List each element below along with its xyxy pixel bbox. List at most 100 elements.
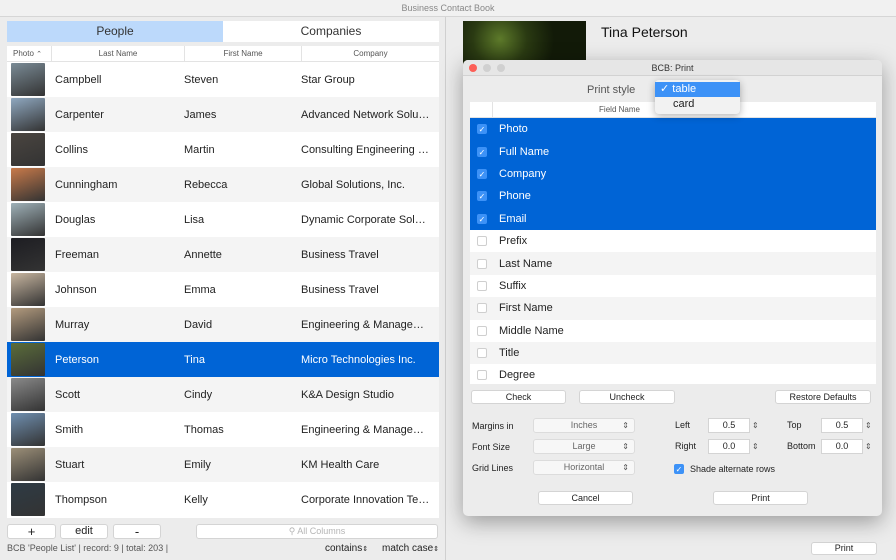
add-button[interactable]: +	[7, 524, 56, 539]
field-checkbox[interactable]	[477, 348, 487, 359]
cancel-button[interactable]: Cancel	[538, 491, 633, 505]
field-row[interactable]: First Name	[470, 297, 876, 320]
contact-thumbnail	[11, 168, 45, 201]
menu-item-table[interactable]: ✓ table	[655, 82, 740, 97]
right-margin-input[interactable]: 0.0	[708, 439, 750, 454]
field-checkbox[interactable]: ✓	[477, 146, 487, 157]
menu-item-card[interactable]: card	[655, 97, 740, 112]
field-row[interactable]: ✓ Company	[470, 162, 876, 186]
updown-icon: ⇕	[362, 546, 369, 553]
zoom-button[interactable]	[497, 64, 505, 72]
contact-thumbnail	[11, 203, 45, 236]
tab-companies[interactable]: Companies	[223, 21, 439, 42]
left-margin-input[interactable]: 0.5	[708, 418, 750, 433]
table-row[interactable]: Carpenter James Advanced Network Soluti...	[7, 97, 439, 132]
edit-button[interactable]: edit	[60, 524, 108, 539]
field-row[interactable]: Last Name	[470, 252, 876, 275]
column-header-company[interactable]: Company	[302, 46, 439, 61]
check-column-header	[470, 102, 493, 117]
table-row[interactable]: Thompson Kelly Corporate Innovation Tec...	[7, 482, 439, 517]
left-margin-label: Left	[675, 420, 691, 430]
restore-defaults-button[interactable]: Restore Defaults	[775, 390, 871, 404]
company-cell: Global Solutions, Inc.	[301, 178, 405, 191]
last-name-cell: Johnson	[55, 283, 97, 296]
top-margin-input[interactable]: 0.5	[821, 418, 863, 433]
column-header-photo[interactable]: Photo ⌃	[7, 46, 52, 61]
print-button[interactable]: Print	[713, 491, 808, 505]
contact-thumbnail	[11, 378, 45, 411]
margins-select[interactable]: Inches ⇕	[533, 418, 635, 433]
check-button[interactable]: Check	[471, 390, 566, 404]
grid-lines-value: Horizontal	[563, 462, 605, 472]
contains-popup[interactable]: contains⇕	[325, 543, 368, 554]
field-checkbox[interactable]	[477, 236, 487, 247]
field-row[interactable]: Suffix	[470, 275, 876, 297]
field-row[interactable]: Middle Name	[470, 320, 876, 342]
column-header-last-name[interactable]: Last Name	[52, 46, 185, 61]
field-checkbox[interactable]	[477, 280, 487, 291]
field-checkbox[interactable]: ✓	[477, 213, 487, 224]
field-list[interactable]: Field Name ✓ Photo ✓ Full Name ✓ Company ✓ Phon…	[470, 102, 876, 384]
table-row[interactable]: Murray David Engineering & Managem...	[7, 307, 439, 342]
uncheck-button[interactable]: Uncheck	[579, 390, 675, 404]
field-checkbox[interactable]: ✓	[477, 168, 487, 179]
print-button-main[interactable]: Print	[811, 542, 877, 555]
contact-name: Tina Peterson	[601, 24, 688, 40]
shade-rows-checkbox[interactable]: ✓	[674, 464, 684, 474]
table-row[interactable]: Smith Thomas Engineering & Managem...	[7, 412, 439, 447]
print-style-menu[interactable]: ✓ table card	[655, 80, 740, 114]
field-row[interactable]: Prefix	[470, 230, 876, 252]
field-checkbox[interactable]	[477, 303, 487, 314]
remove-button[interactable]: -	[113, 524, 161, 539]
grid-lines-select[interactable]: Horizontal ⇕	[533, 460, 635, 475]
field-row[interactable]: Title	[470, 341, 876, 365]
first-name-cell: Kelly	[184, 493, 208, 506]
search-input[interactable]: ⚲ All Columns	[196, 524, 438, 539]
field-checkbox[interactable]: ✓	[477, 124, 487, 135]
window-title: Business Contact Book	[0, 0, 896, 17]
close-button[interactable]	[469, 64, 477, 72]
field-row[interactable]: Degree	[470, 364, 876, 384]
table-row[interactable]: Johnson Emma Business Travel	[7, 272, 439, 307]
field-checkbox[interactable]	[477, 370, 487, 381]
first-name-cell: Cindy	[184, 388, 213, 401]
bottom-margin-stepper[interactable]: ⇕	[865, 439, 872, 454]
updown-icon: ⇕	[622, 421, 629, 430]
font-size-select[interactable]: Large ⇕	[533, 439, 635, 454]
field-row[interactable]: ✓ Full Name	[470, 140, 876, 163]
sort-ascending-icon: ⌃	[36, 51, 43, 58]
table-row[interactable]: Collins Martin Consulting Engineering S...	[7, 132, 439, 167]
top-margin-stepper[interactable]: ⇕	[865, 418, 872, 433]
field-name: Middle Name	[499, 324, 564, 337]
minimize-button[interactable]	[483, 64, 491, 72]
table-row[interactable]: Freeman Annette Business Travel	[7, 237, 439, 272]
field-checkbox[interactable]	[477, 258, 487, 269]
last-name-cell: Scott	[55, 388, 81, 401]
company-cell: Business Travel	[301, 248, 379, 261]
field-row[interactable]: ✓ Email	[470, 207, 876, 230]
company-cell: Micro Technologies Inc.	[301, 353, 416, 366]
bottom-margin-input[interactable]: 0.0	[821, 439, 863, 454]
field-row[interactable]: ✓ Phone	[470, 185, 876, 208]
table-row[interactable]: Cunningham Rebecca Global Solutions, Inc.	[7, 167, 439, 202]
contact-thumbnail	[11, 308, 45, 341]
table-row[interactable]: Douglas Lisa Dynamic Corporate Solut...	[7, 202, 439, 237]
first-name-cell: Thomas	[184, 423, 224, 436]
field-row[interactable]: ✓ Photo	[470, 118, 876, 141]
field-name: Degree	[499, 369, 536, 382]
company-cell: Dynamic Corporate Solut...	[301, 213, 431, 226]
table-row[interactable]: Stuart Emily KM Health Care	[7, 447, 439, 482]
tab-bar: People Companies	[7, 21, 439, 42]
field-checkbox[interactable]	[477, 325, 487, 336]
last-name-cell: Freeman	[55, 248, 100, 261]
tab-people[interactable]: People	[7, 21, 223, 42]
table-row[interactable]: Campbell Steven Star Group	[7, 62, 439, 97]
column-header-first-name[interactable]: First Name	[185, 46, 302, 61]
right-margin-stepper[interactable]: ⇕	[752, 439, 759, 454]
left-margin-stepper[interactable]: ⇕	[752, 418, 759, 433]
table-row[interactable]: Scott Cindy K&A Design Studio	[7, 377, 439, 412]
table-row[interactable]: Peterson Tina Micro Technologies Inc.	[7, 342, 439, 377]
people-table[interactable]: Photo ⌃ Last Name First Name Company Cam…	[7, 46, 439, 518]
field-checkbox[interactable]: ✓	[477, 191, 487, 202]
match-case-popup[interactable]: match case⇕	[382, 543, 439, 554]
